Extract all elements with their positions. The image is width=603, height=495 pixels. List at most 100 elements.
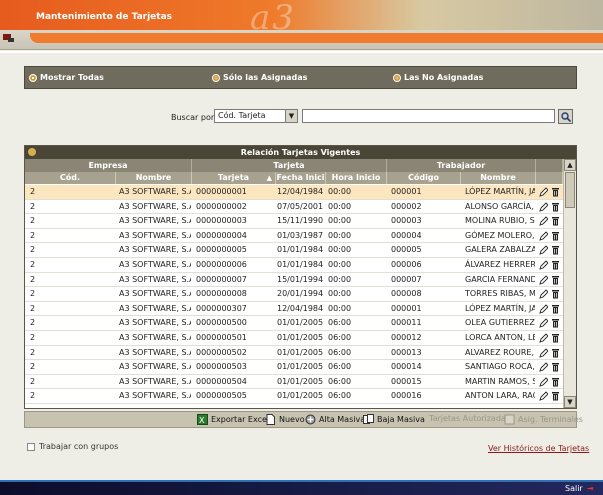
edit-pencil-icon[interactable] <box>539 304 548 314</box>
cell-trabajador: MOLINA RUBIO, S <box>465 216 535 226</box>
table-row[interactable]: 2 A3 SOFTWARE, S.A 0000000001 12/04/1984 00:… <box>25 185 563 200</box>
column-header-codigo[interactable]: Código <box>387 172 461 184</box>
edit-pencil-icon[interactable] <box>539 245 548 256</box>
table-row[interactable]: 2 A3 SOFTWARE, S.A 0000000504 01/01/2005 06:… <box>25 374 563 390</box>
delete-trash-icon[interactable] <box>551 231 560 241</box>
filter-option-todas[interactable]: Mostrar Todas <box>29 73 104 82</box>
delete-trash-icon[interactable] <box>551 348 560 358</box>
cell-hora: 00:00 <box>328 230 352 240</box>
cell-empresa: A3 SOFTWARE, S.A <box>119 391 191 401</box>
cell-codigo: 000005 <box>391 245 422 255</box>
table-row[interactable]: 2 A3 SOFTWARE, S.A 0000000005 01/01/1984 00:… <box>25 243 563 258</box>
table-row[interactable]: 2 A3 SOFTWARE, S.A 0000000004 01/03/1987 00:… <box>25 228 563 244</box>
table-row[interactable]: 2 A3 SOFTWARE, S.A 0000000500 01/01/2005 06:… <box>25 316 563 331</box>
column-header-fecha[interactable]: Fecha Inici <box>276 172 326 184</box>
header-accent-stripe <box>30 33 603 43</box>
edit-pencil-icon[interactable] <box>539 377 548 387</box>
authorized-cards-button[interactable]: Tarjetas Autorizadas <box>429 414 510 423</box>
search-field-select[interactable]: Cód. Tarjeta ▼ <box>214 109 298 123</box>
delete-trash-icon[interactable] <box>551 216 560 226</box>
cell-tarjeta: 0000000307 <box>196 303 247 313</box>
cell-codigo: 000007 <box>391 274 422 284</box>
grid-options-icon[interactable] <box>28 148 36 156</box>
delete-trash-icon[interactable] <box>551 318 560 328</box>
cell-trabajador: GALERA ZABALZA, <box>465 245 535 255</box>
tools-icon[interactable] <box>2 31 16 45</box>
assign-terminals-button[interactable]: Asig. Terminales <box>504 414 583 425</box>
table-row[interactable]: 2 A3 SOFTWARE, S.A 0000000503 01/01/2005 06:… <box>25 360 563 375</box>
cell-trabajador: LÓPEZ MARTÍN, JA <box>465 187 535 196</box>
radio-icon[interactable] <box>393 73 401 82</box>
cell-trabajador: OLEA GUTIERREZ, <box>465 318 535 328</box>
exit-label: Salir <box>565 484 583 493</box>
table-row[interactable]: 2 A3 SOFTWARE, S.A 0000000003 15/11/1990 00:… <box>25 214 563 229</box>
table-row[interactable]: 2 A3 SOFTWARE, S.A 0000000502 01/01/2005 06:… <box>25 345 563 361</box>
grid-scrollbar[interactable]: ▲ ▼ <box>563 159 576 408</box>
bulk-add-button[interactable]: Alta Masiva <box>305 414 365 425</box>
delete-trash-icon[interactable] <box>551 377 560 387</box>
group-header-trabajador: Trabajador <box>387 159 536 172</box>
table-row[interactable]: 2 A3 SOFTWARE, S.A 0000000307 12/04/1984 00:… <box>25 301 563 317</box>
export-excel-button[interactable]: X Exportar Excel <box>197 414 269 425</box>
filter-bar: Mostrar Todas Sólo las Asignadas Las No … <box>24 66 577 89</box>
edit-pencil-icon[interactable] <box>539 347 548 358</box>
column-header-nombre-empresa[interactable]: Nombre <box>116 172 192 184</box>
edit-pencil-icon[interactable] <box>539 274 548 285</box>
table-row[interactable]: 2 A3 SOFTWARE, S.A 0000000002 07/05/2001 00:… <box>25 199 563 215</box>
filter-option-asignadas[interactable]: Sólo las Asignadas <box>212 73 307 82</box>
table-row[interactable]: 2 A3 SOFTWARE, S.A 0000000505 01/01/2005 06:… <box>25 389 563 404</box>
scroll-up-icon[interactable]: ▲ <box>564 159 576 171</box>
chevron-down-icon[interactable]: ▼ <box>285 110 297 122</box>
column-header-nombre-trabajador[interactable]: Nombre <box>461 172 536 184</box>
new-button[interactable]: Nuevo <box>265 414 305 425</box>
search-button[interactable] <box>558 109 573 124</box>
assign-terminals-label: Asig. Terminales <box>518 415 583 424</box>
edit-pencil-icon[interactable] <box>539 216 548 226</box>
cell-tarjeta: 0000000007 <box>196 274 247 284</box>
delete-trash-icon[interactable] <box>551 391 560 401</box>
cell-tarjeta: 0000000006 <box>196 259 247 269</box>
edit-pencil-icon[interactable] <box>539 362 548 372</box>
edit-pencil-icon[interactable] <box>539 260 548 270</box>
edit-pencil-icon[interactable] <box>539 318 548 329</box>
delete-trash-icon[interactable] <box>551 304 560 314</box>
table-row[interactable]: 2 A3 SOFTWARE, S.A 0000000501 01/01/2005 06:… <box>25 330 563 346</box>
cell-empresa: A3 SOFTWARE, S.A <box>119 303 191 313</box>
delete-trash-icon[interactable] <box>551 245 560 255</box>
table-row[interactable]: 2 A3 SOFTWARE, S.A 0000000008 20/01/1994 00:… <box>25 287 563 302</box>
scroll-thumb[interactable] <box>565 172 575 208</box>
cell-tarjeta: 0000000505 <box>196 391 247 401</box>
edit-pencil-icon[interactable] <box>539 201 548 212</box>
edit-pencil-icon[interactable] <box>539 231 548 241</box>
checkbox-icon[interactable] <box>27 442 35 451</box>
bulk-remove-icon <box>363 414 374 424</box>
delete-trash-icon[interactable] <box>551 333 560 343</box>
delete-trash-icon[interactable] <box>551 260 560 270</box>
cell-empresa: A3 SOFTWARE, S.A <box>119 347 191 357</box>
table-row[interactable]: 2 A3 SOFTWARE, S.A 0000000007 15/01/1994 00:… <box>25 272 563 288</box>
edit-pencil-icon[interactable] <box>539 333 548 343</box>
edit-pencil-icon[interactable] <box>539 289 548 299</box>
table-row[interactable]: 2 A3 SOFTWARE, S.A 0000000006 01/01/1984 00:… <box>25 257 563 273</box>
radio-icon[interactable] <box>212 73 220 82</box>
delete-trash-icon[interactable] <box>551 275 560 285</box>
delete-trash-icon[interactable] <box>551 202 560 212</box>
column-header-tarjeta[interactable]: Tarjeta ▲ <box>192 172 276 184</box>
edit-pencil-icon[interactable] <box>539 391 548 402</box>
history-link[interactable]: Ver Históricos de Tarjetas <box>488 444 589 453</box>
column-header-cod[interactable]: Cód. <box>25 172 116 184</box>
delete-trash-icon[interactable] <box>551 187 560 197</box>
search-input[interactable] <box>302 109 555 123</box>
radio-icon[interactable] <box>29 73 37 82</box>
filter-option-no-asignadas[interactable]: Las No Asignadas <box>393 73 483 82</box>
bulk-remove-button[interactable]: Baja Masiva <box>363 414 425 425</box>
delete-trash-icon[interactable] <box>551 289 560 299</box>
column-header-hora[interactable]: Hora Inicio <box>326 172 387 184</box>
delete-trash-icon[interactable] <box>551 362 560 372</box>
cell-cod: 2 <box>30 230 36 240</box>
scroll-down-icon[interactable]: ▼ <box>564 396 576 408</box>
edit-pencil-icon[interactable] <box>539 187 548 197</box>
exit-button[interactable]: Salir ⇥ <box>565 484 593 493</box>
cell-cod: 2 <box>30 187 36 196</box>
work-with-groups-checkbox[interactable]: Trabajar con grupos <box>27 442 118 451</box>
